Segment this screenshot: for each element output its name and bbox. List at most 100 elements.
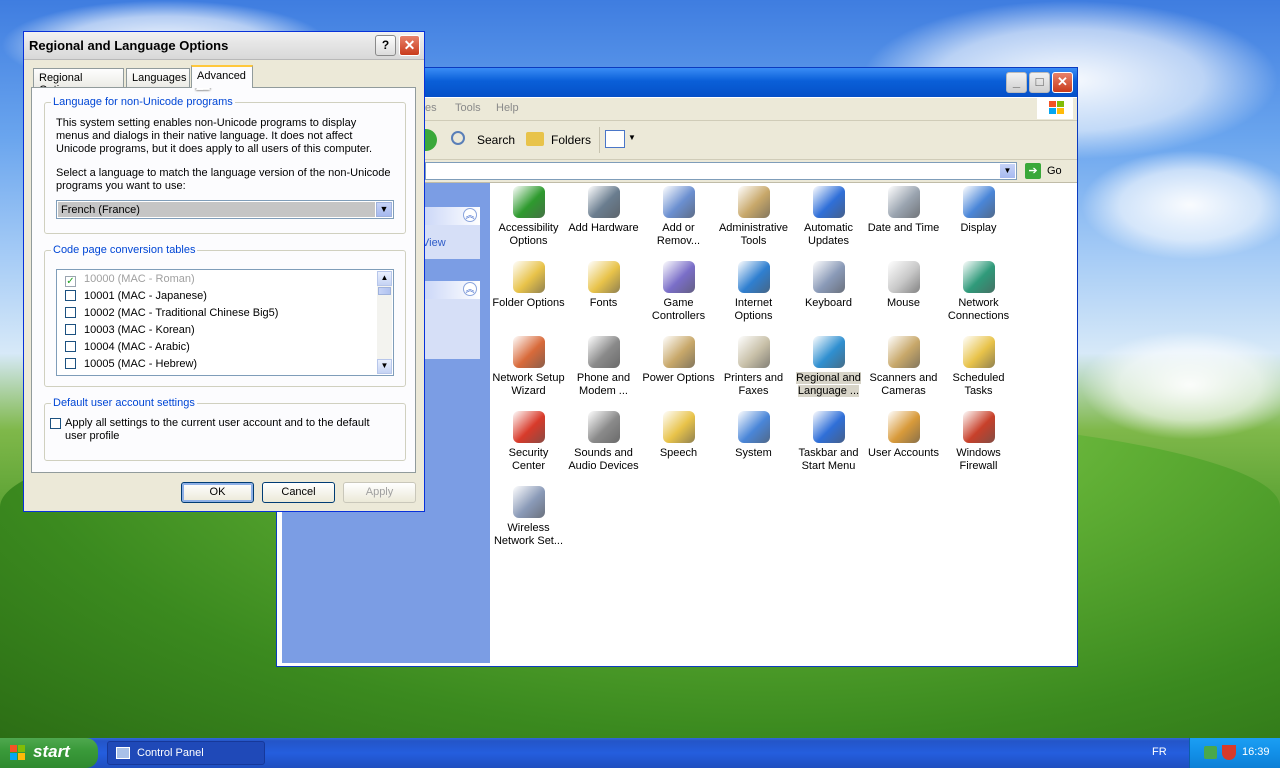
language-select-value: French (France) — [58, 202, 375, 217]
code-page-checkbox[interactable]: ✓ — [65, 276, 76, 287]
regional-language-dialog[interactable]: Regional and Language Options ? ✕ Region… — [23, 31, 425, 512]
control-panel-item[interactable]: Fonts — [566, 261, 641, 310]
go-arrow-icon: ➔ — [1025, 163, 1041, 179]
control-panel-item[interactable]: System — [716, 411, 791, 460]
security-shield-icon[interactable] — [1222, 745, 1236, 760]
address-input[interactable]: ▼ — [425, 162, 1017, 180]
control-panel-item-label: Network Setup Wizard — [492, 372, 565, 397]
code-page-label: 10000 (MAC - Roman) — [84, 273, 195, 285]
control-panel-item[interactable]: Network Connections — [941, 261, 1016, 323]
apply-button[interactable]: Apply — [343, 482, 416, 503]
control-panel-item[interactable]: Sounds and Audio Devices — [566, 411, 641, 473]
control-panel-item[interactable]: Game Controllers — [641, 261, 716, 323]
control-panel-item[interactable]: Power Options — [641, 336, 716, 385]
dialog-titlebar[interactable]: Regional and Language Options ? ✕ — [24, 32, 424, 60]
control-panel-item[interactable]: Windows Firewall — [941, 411, 1016, 473]
task-pane-header-2[interactable]: ︽ — [418, 281, 480, 299]
list-item[interactable]: 10001 (MAC - Japanese) — [65, 289, 207, 305]
task-pane-body: View — [418, 225, 480, 259]
list-item[interactable]: 10005 (MAC - Hebrew) — [65, 357, 197, 373]
control-panel-item[interactable]: Regional and Language ... — [791, 336, 866, 398]
ok-button[interactable]: OK — [181, 482, 254, 503]
control-panel-item-label: Phone and Modem ... — [576, 372, 631, 397]
control-panel-item[interactable]: Administrative Tools — [716, 186, 791, 248]
control-panel-item-label: Scheduled Tasks — [952, 372, 1005, 397]
administrative-tools-icon — [737, 186, 770, 218]
menu-item-help[interactable]: Help — [496, 102, 519, 114]
list-scrollbar[interactable]: ▲ ▼ — [377, 271, 392, 374]
list-item[interactable]: ✓ 10000 (MAC - Roman) — [65, 272, 195, 288]
list-item[interactable]: 10002 (MAC - Traditional Chinese Big5) — [65, 306, 278, 322]
search-button[interactable]: Search — [449, 127, 519, 153]
tab-advanced[interactable]: Advanced — [191, 65, 253, 88]
control-panel-item[interactable]: Add Hardware — [566, 186, 641, 235]
control-panel-item[interactable]: Add or Remov... — [641, 186, 716, 248]
menu-item-favorites[interactable]: es — [425, 102, 437, 114]
tab-regional-options[interactable]: Regional Options — [33, 68, 124, 96]
minimize-button[interactable]: _ — [1006, 72, 1027, 93]
control-panel-item[interactable]: Scheduled Tasks — [941, 336, 1016, 398]
scroll-thumb[interactable] — [378, 287, 391, 295]
control-panel-item[interactable]: Security Center — [491, 411, 566, 473]
go-button[interactable]: ➔ Go — [1025, 162, 1069, 180]
task-pane-header[interactable]: ︽ — [418, 207, 480, 225]
control-panel-item[interactable]: Network Setup Wizard — [491, 336, 566, 398]
advanced-tab-panel: Language for non-Unicode programs This s… — [31, 87, 416, 473]
language-select[interactable]: French (France) ▼ — [56, 200, 394, 219]
scroll-down-icon[interactable]: ▼ — [377, 359, 392, 374]
code-page-checkbox[interactable] — [65, 324, 76, 335]
control-panel-item[interactable]: Accessibility Options — [491, 186, 566, 248]
apply-all-checkbox[interactable] — [50, 418, 61, 429]
apply-all-label[interactable]: Apply all settings to the current user a… — [65, 417, 380, 443]
control-panel-item[interactable]: Phone and Modem ... — [566, 336, 641, 398]
list-item[interactable]: 10003 (MAC - Korean) — [65, 323, 195, 339]
code-page-checkbox[interactable] — [65, 290, 76, 301]
control-panel-item[interactable]: Printers and Faxes — [716, 336, 791, 398]
control-panel-item[interactable]: Folder Options — [491, 261, 566, 310]
control-panel-item-label: Fonts — [589, 297, 618, 309]
control-panel-item[interactable]: Display — [941, 186, 1016, 235]
network-tray-icon[interactable] — [1204, 746, 1217, 759]
code-page-checkbox[interactable] — [65, 341, 76, 352]
control-panel-item[interactable]: Date and Time — [866, 186, 941, 235]
views-button[interactable]: ▼ — [605, 130, 636, 150]
maximize-button[interactable]: □ — [1029, 72, 1050, 93]
control-panel-item[interactable]: Taskbar and Start Menu — [791, 411, 866, 473]
control-panel-item[interactable]: Wireless Network Set... — [491, 486, 566, 548]
control-panel-item[interactable]: Automatic Updates — [791, 186, 866, 248]
code-page-checkbox[interactable] — [65, 307, 76, 318]
switch-view-link[interactable]: View — [422, 237, 446, 249]
tab-languages[interactable]: Languages — [126, 68, 190, 87]
window-close-button[interactable]: ✕ — [1052, 72, 1073, 93]
collapse-icon[interactable]: ︽ — [463, 282, 477, 296]
chevron-down-icon[interactable]: ▼ — [376, 202, 392, 217]
taskbar-item-control-panel[interactable]: Control Panel — [107, 741, 265, 765]
control-panel-item[interactable]: Internet Options — [716, 261, 791, 323]
control-panel-item[interactable]: User Accounts — [866, 411, 941, 460]
folders-label: Folders — [551, 133, 592, 147]
folders-button[interactable]: Folders — [524, 127, 594, 153]
up-folder-icon[interactable] — [423, 129, 437, 151]
cancel-button[interactable]: Cancel — [262, 482, 335, 503]
close-button[interactable]: ✕ — [399, 35, 420, 56]
control-panel-item-label: Regional and Language ... — [796, 372, 861, 397]
control-panel-item-label: Game Controllers — [651, 297, 706, 322]
control-panel-item[interactable]: Mouse — [866, 261, 941, 310]
collapse-icon[interactable]: ︽ — [463, 208, 477, 222]
scroll-up-icon[interactable]: ▲ — [377, 271, 392, 286]
control-panel-item[interactable]: Speech — [641, 411, 716, 460]
help-button[interactable]: ? — [375, 35, 396, 56]
list-item[interactable]: 10004 (MAC - Arabic) — [65, 340, 190, 356]
menu-item-tools[interactable]: Tools — [455, 102, 481, 114]
language-indicator[interactable]: FR — [1152, 746, 1167, 758]
code-page-list[interactable]: ▲ ▼ ✓ 10000 (MAC - Roman) 10001 (MAC - Jap… — [56, 269, 394, 376]
control-panel-item[interactable]: Scanners and Cameras — [866, 336, 941, 398]
control-panel-icons: Accessibility Options Add Hardware Add or … — [490, 183, 1077, 666]
control-panel-item[interactable]: Keyboard — [791, 261, 866, 310]
code-page-checkbox[interactable] — [65, 358, 76, 369]
fonts-icon — [587, 261, 620, 293]
start-button[interactable]: start — [0, 738, 98, 768]
control-panel-item-label: Security Center — [508, 447, 549, 472]
address-dropdown-icon[interactable]: ▼ — [1000, 164, 1015, 178]
internet-options-icon — [737, 261, 770, 293]
